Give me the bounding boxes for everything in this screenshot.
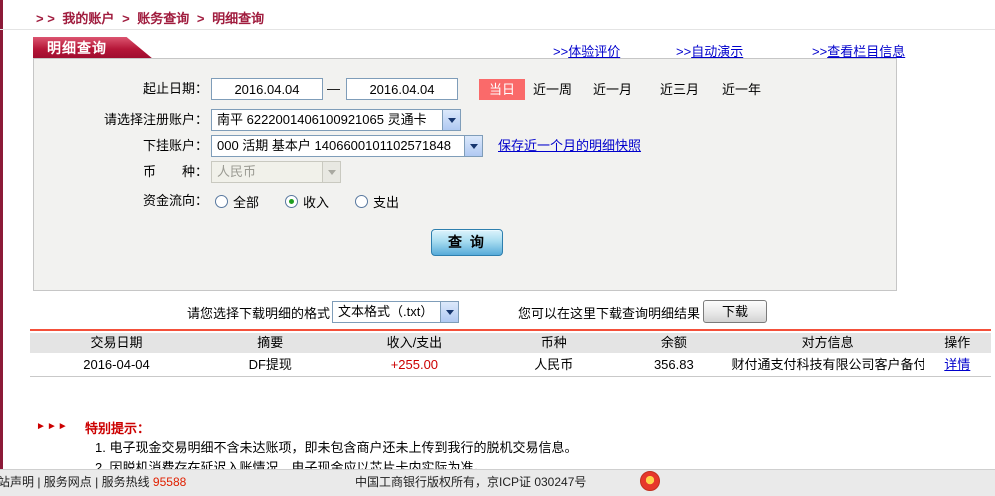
col-header-date: 交易日期 <box>30 333 203 353</box>
quick-range-week[interactable]: 近一周 <box>533 79 572 100</box>
register-account-label: 请选择注册账户： <box>34 109 208 131</box>
triple-arrow-icon: ►►► <box>36 421 69 432</box>
link-arrow-prefix: >> <box>812 44 827 59</box>
cell-date: 2016-04-04 <box>30 353 203 376</box>
footer-copyright: 中国工商银行版权所有，京ICP证 030247号 <box>355 473 586 490</box>
date-from-input[interactable] <box>211 78 323 100</box>
chevron-down-icon[interactable] <box>464 136 482 156</box>
cell-currency: 人民币 <box>491 353 616 376</box>
col-header-currency: 币种 <box>491 333 616 353</box>
download-format-label: 请您选择下载明细的格式 <box>187 303 330 325</box>
register-account-select[interactable]: 南平 6222001406100921065 灵通卡 <box>211 109 461 131</box>
date-range-label: 起止日期： <box>34 78 208 100</box>
radio-label: 支出 <box>373 192 399 211</box>
download-button[interactable]: 下载 <box>703 300 767 323</box>
radio-icon[interactable] <box>215 195 228 208</box>
currency-label: 币 种： <box>34 161 208 183</box>
page-footer: 网站声明 | 服务网点 | 服务热线 95588 中国工商银行版权所有，京ICP… <box>0 469 995 496</box>
quick-range-3months[interactable]: 近三月 <box>660 79 699 100</box>
detail-link[interactable]: 详情 <box>944 357 970 372</box>
download-result-hint: 您可以在这里下载查询明细结果 <box>518 303 700 325</box>
col-header-balance: 余额 <box>616 333 731 353</box>
breadcrumb-item-detail-query[interactable]: 明细查询 <box>212 11 264 26</box>
date-to-input[interactable] <box>346 78 458 100</box>
download-format-select[interactable]: 文本格式（.txt） <box>332 301 459 323</box>
quick-range-month[interactable]: 近一月 <box>593 79 632 100</box>
chevron-down-icon[interactable] <box>442 110 460 130</box>
header-divider <box>0 29 995 30</box>
quick-range-today-badge[interactable]: 当日 <box>479 79 525 100</box>
breadcrumb: > > 我的账户 > 账务查询 > 明细查询 <box>36 8 268 27</box>
query-button[interactable]: 查 询 <box>431 229 503 256</box>
sub-account-label: 下挂账户： <box>34 135 208 157</box>
footer-links-text[interactable]: 网站声明 | 服务网点 | 服务热线 <box>0 475 150 489</box>
col-header-action: 操作 <box>924 333 991 353</box>
radio-option-all[interactable]: 全部 <box>215 192 259 211</box>
chevron-down-icon <box>322 162 340 182</box>
date-separator: — <box>327 78 340 100</box>
radio-option-income[interactable]: 收入 <box>285 192 329 211</box>
currency-select-disabled: 人民币 <box>211 161 341 183</box>
radio-icon[interactable] <box>285 195 298 208</box>
download-format-value: 文本格式（.txt） <box>333 302 440 322</box>
flow-direction-radio-group: 全部 收入 支出 <box>215 190 425 212</box>
link-label: 自动演示 <box>691 44 743 59</box>
link-arrow-prefix: >> <box>553 44 568 59</box>
col-header-amount: 收入/支出 <box>338 333 492 353</box>
table-header-row: 交易日期 摘要 收入/支出 币种 余额 对方信息 操作 <box>30 333 991 353</box>
emblem-icon <box>640 471 660 491</box>
table-top-divider <box>30 329 991 331</box>
footer-links[interactable]: 网站声明 | 服务网点 | 服务热线 95588 <box>0 473 186 490</box>
link-label: 体验评价 <box>568 44 620 59</box>
footer-hotline: 95588 <box>153 475 186 489</box>
radio-label: 收入 <box>303 192 329 211</box>
chevron-down-icon[interactable] <box>440 302 458 322</box>
breadcrumb-separator: > <box>122 11 130 26</box>
transactions-table: 交易日期 摘要 收入/支出 币种 余额 对方信息 操作 2016-04-04 D… <box>30 333 991 377</box>
breadcrumb-item-account-query[interactable]: 账务查询 <box>137 11 189 26</box>
notice-item: 1. 电子现金交易明细不含未达账项，即未包含商户还未上传到我行的脱机交易信息。 <box>95 437 577 456</box>
table-row: 2016-04-04 DF提现 +255.00 人民币 356.83 财付通支付… <box>30 353 991 377</box>
radio-label: 全部 <box>233 192 259 211</box>
cell-balance: 356.83 <box>616 353 731 376</box>
sub-account-select[interactable]: 000 活期 基本户 1406600101102571848 <box>211 135 483 157</box>
currency-value: 人民币 <box>212 162 322 182</box>
quick-range-year[interactable]: 近一年 <box>722 79 761 100</box>
cell-summary: DF提现 <box>203 353 338 376</box>
col-header-summary: 摘要 <box>203 333 338 353</box>
breadcrumb-prefix: > > <box>36 11 55 26</box>
notice-title: 特别提示： <box>85 418 150 437</box>
register-account-value: 南平 6222001406100921065 灵通卡 <box>212 110 442 130</box>
col-header-counterparty: 对方信息 <box>731 333 923 353</box>
breadcrumb-item-my-account[interactable]: 我的账户 <box>62 11 114 26</box>
flow-direction-label: 资金流向： <box>34 190 208 212</box>
sub-account-value: 000 活期 基本户 1406600101102571848 <box>212 136 464 156</box>
cell-counterparty: 财付通支付科技有限公司客户备付金 <box>731 353 923 376</box>
query-form-panel: 起止日期： — 当日 近一周 近一月 近三月 近一年 请选择注册账户： 南平 6… <box>33 58 897 291</box>
breadcrumb-separator: > <box>197 11 205 26</box>
tab-detail-query[interactable]: 明细查询 <box>33 37 153 59</box>
link-label: 查看栏目信息 <box>827 44 905 59</box>
save-snapshot-link[interactable]: 保存近一个月的明细快照 <box>498 135 641 157</box>
radio-icon[interactable] <box>355 195 368 208</box>
link-arrow-prefix: >> <box>676 44 691 59</box>
cell-amount: +255.00 <box>338 353 492 376</box>
left-edge-bar <box>0 0 3 469</box>
radio-option-expense[interactable]: 支出 <box>355 192 399 211</box>
